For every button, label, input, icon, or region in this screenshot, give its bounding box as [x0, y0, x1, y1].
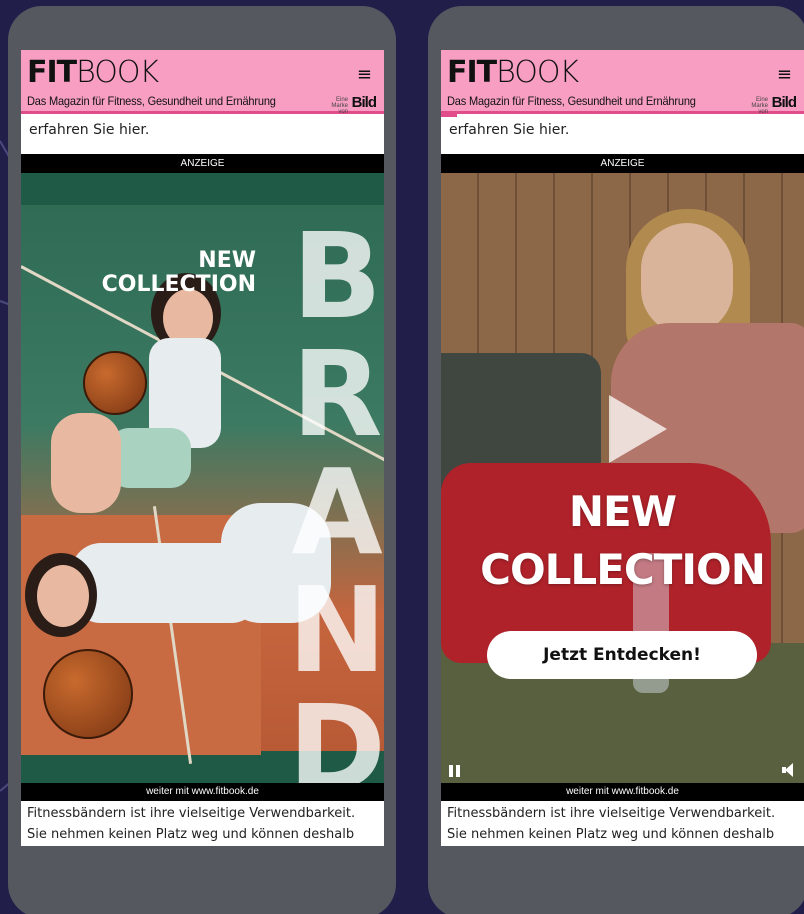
phone-screen: FITBOOK ≡ Das Magazin für Fitness, Gesun…	[441, 50, 804, 846]
phone-mockup-left: FITBOOK ≡ Das Magazin für Fitness, Gesun…	[8, 6, 396, 914]
ad-video-collection[interactable]: NEW COLLECTION Jetzt Entdecken!	[441, 173, 804, 783]
reading-progress-bar	[441, 114, 457, 117]
fitbook-logo[interactable]: FITBOOK	[447, 56, 579, 90]
site-header: FITBOOK ≡ Das Magazin für Fitness, Gesun…	[21, 50, 384, 115]
ad-footer-link[interactable]: weiter mit www.fitbook.de	[21, 783, 384, 801]
article-intro-text: erfahren Sie hier.	[449, 122, 570, 138]
ad-person-shorts	[109, 428, 191, 488]
ad-headline: NEW COLLECTION	[101, 248, 256, 297]
pause-icon[interactable]	[447, 763, 463, 779]
site-tagline: Das Magazin für Fitness, Gesundheit und …	[447, 94, 696, 108]
article-body-text: Fitnessbändern ist ihre vielseitige Verw…	[27, 806, 356, 842]
brand-note: Eine Marke von	[331, 97, 348, 115]
ad-person-face	[641, 223, 733, 335]
site-tagline: Das Magazin für Fitness, Gesundheit und …	[27, 94, 276, 108]
bild-logo: Bild	[351, 94, 377, 111]
fitbook-logo[interactable]: FITBOOK	[27, 56, 159, 90]
ad-person-legs	[51, 413, 121, 513]
play-icon[interactable]	[609, 395, 667, 463]
ad-person-face	[37, 565, 89, 627]
ad-headline: NEW COLLECTION	[480, 487, 766, 594]
ad-footer-link[interactable]: weiter mit www.fitbook.de	[441, 783, 804, 801]
ad-label: ANZEIGE	[21, 154, 384, 173]
discover-now-button[interactable]: Jetzt Entdecken!	[487, 631, 757, 679]
brand-note: Eine Marke von	[751, 97, 768, 115]
bild-logo: Bild	[771, 94, 797, 111]
hamburger-menu-icon[interactable]: ≡	[777, 64, 792, 85]
article-body-text: Fitnessbändern ist ihre vielseitige Verw…	[447, 806, 776, 842]
ad-banner-brand[interactable]: NEW COLLECTION BRAND	[21, 173, 384, 783]
hamburger-menu-icon[interactable]: ≡	[357, 64, 372, 85]
phone-mockup-right: FITBOOK ≡ Das Magazin für Fitness, Gesun…	[428, 6, 804, 914]
site-header: FITBOOK ≡ Das Magazin für Fitness, Gesun…	[441, 50, 804, 117]
basketball-image	[43, 649, 133, 739]
ad-brand-word: BRAND	[268, 207, 384, 783]
basketball-image	[83, 351, 147, 415]
speaker-icon[interactable]	[782, 763, 796, 777]
phone-screen: FITBOOK ≡ Das Magazin für Fitness, Gesun…	[21, 50, 384, 846]
article-intro-text: erfahren Sie hier.	[29, 122, 150, 138]
ad-label: ANZEIGE	[441, 154, 804, 173]
